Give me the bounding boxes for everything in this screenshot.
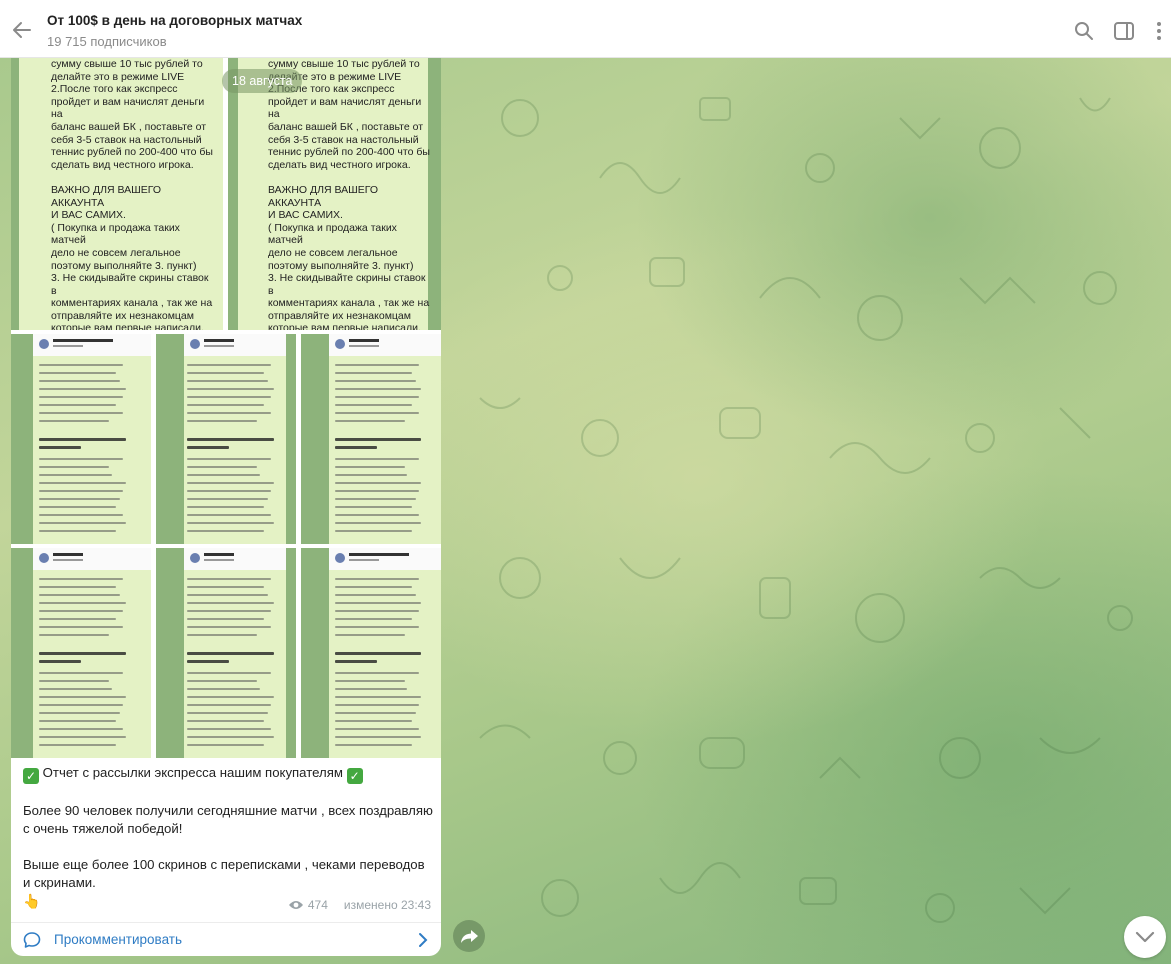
search-icon[interactable] xyxy=(1073,20,1095,42)
chat-header: От 100$ в день на договорных матчах 19 7… xyxy=(0,0,1171,58)
forward-arrow-icon xyxy=(461,930,478,943)
scroll-to-bottom-button[interactable] xyxy=(1124,916,1166,958)
edited-time: изменено 23:43 xyxy=(343,898,431,912)
comment-button[interactable]: Прокомментировать xyxy=(11,922,441,956)
chat-area[interactable]: 18 августа сумму свыше 10 тыс рублей то … xyxy=(0,58,1171,964)
screenshot-image[interactable] xyxy=(301,548,441,758)
screenshot-text: сумму свыше 10 тыс рублей то делайте это… xyxy=(268,58,430,330)
caption-paragraph: Более 90 человек получили сегодняшние ма… xyxy=(23,803,433,836)
forward-button[interactable] xyxy=(453,920,485,952)
channel-post[interactable]: сумму свыше 10 тыс рублей то делайте это… xyxy=(11,58,441,956)
check-mark-icon: ✓ xyxy=(23,768,39,784)
screenshot-image[interactable] xyxy=(11,548,151,758)
check-mark-icon: ✓ xyxy=(346,768,363,784)
screenshot-image[interactable]: сумму свыше 10 тыс рублей то делайте это… xyxy=(228,58,441,330)
media-album: сумму свыше 10 тыс рублей то делайте это… xyxy=(11,58,441,758)
pointing-hand-icon: 👆 xyxy=(23,893,41,909)
screenshot-image[interactable] xyxy=(301,334,441,544)
subscriber-count: 19 715 подписчиков xyxy=(47,34,167,49)
screenshot-image[interactable] xyxy=(156,334,296,544)
post-meta: 474 изменено 23:43 xyxy=(288,898,431,912)
more-vertical-icon[interactable] xyxy=(1150,20,1168,42)
chevron-right-icon xyxy=(419,933,428,947)
screenshot-text: сумму свыше 10 тыс рублей то делайте это… xyxy=(51,58,213,330)
comment-bubble-icon xyxy=(23,932,41,948)
screenshot-image[interactable]: сумму свыше 10 тыс рублей то делайте это… xyxy=(11,58,223,330)
screenshot-image[interactable] xyxy=(156,548,296,758)
date-separator: 18 августа xyxy=(222,69,303,93)
back-arrow-icon[interactable] xyxy=(10,18,34,42)
chevron-down-icon xyxy=(1135,931,1155,943)
caption-heading: Отчет с рассылки экспресса нашим покупат… xyxy=(42,765,343,780)
screenshot-image[interactable] xyxy=(11,334,151,544)
channel-title[interactable]: От 100$ в день на договорных матчах xyxy=(47,13,302,28)
sidebar-toggle-icon[interactable] xyxy=(1113,20,1135,42)
comment-label: Прокомментировать xyxy=(54,932,182,947)
eye-icon xyxy=(288,901,303,909)
view-count: 474 xyxy=(307,898,328,912)
post-caption: ✓ Отчет с рассылки экспресса нашим покуп… xyxy=(23,764,433,911)
caption-paragraph: Выше еще более 100 скринов с переписками… xyxy=(23,857,425,890)
